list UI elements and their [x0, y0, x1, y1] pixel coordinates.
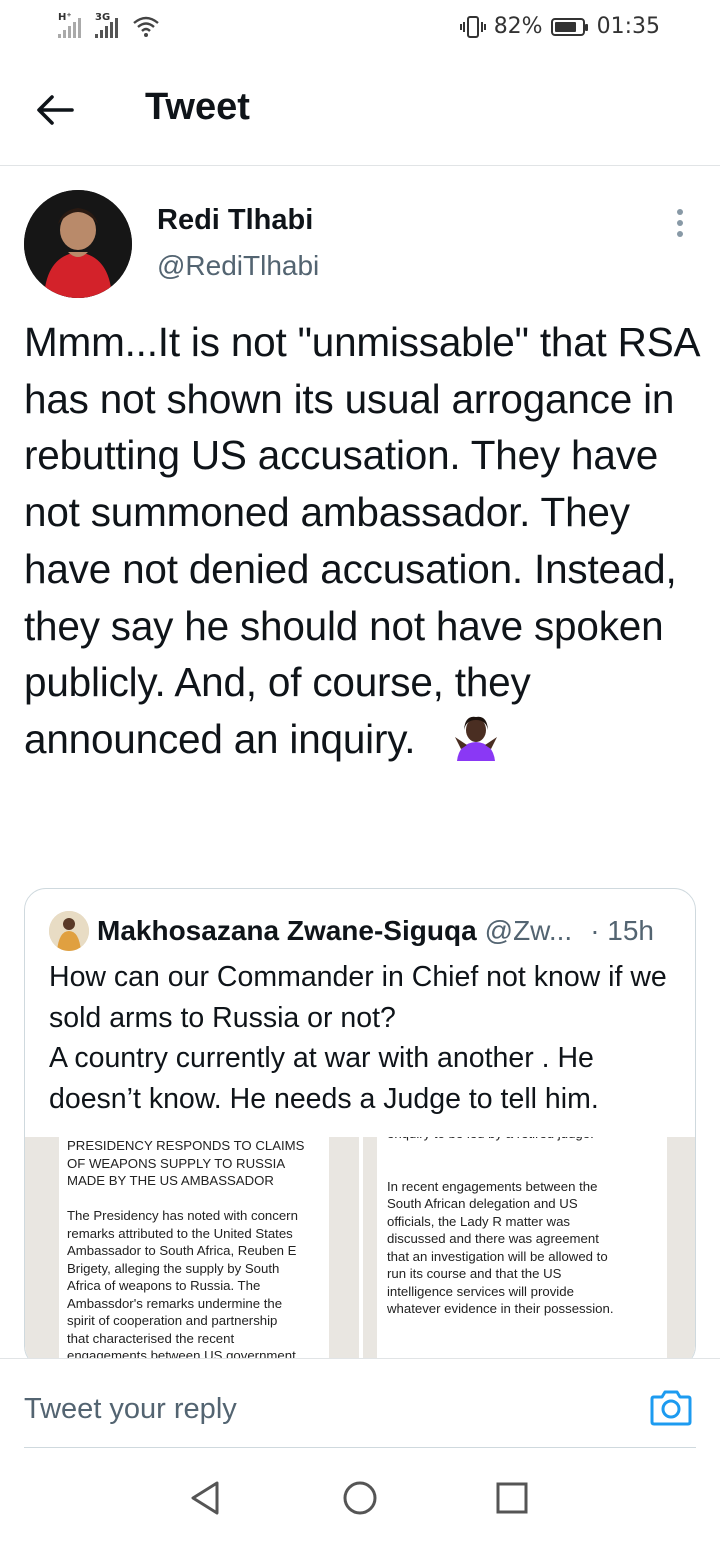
network-type-label: H⁺: [58, 12, 72, 23]
nav-home-button[interactable]: [340, 1478, 380, 1518]
reply-input[interactable]: Tweet your reply: [24, 1393, 237, 1426]
more-vertical-icon: [677, 209, 683, 215]
author-handle[interactable]: @RediTlhabi: [157, 250, 319, 282]
signal-bar: [105, 26, 108, 38]
signal-bar: [100, 30, 103, 38]
nav-back-button[interactable]: [186, 1478, 226, 1518]
system-nav-bar: [0, 1448, 720, 1541]
media-image-left[interactable]: PRESIDENCY RESPONDS TO CLAIMS OF WEAPONS…: [25, 1137, 359, 1359]
battery-level: [554, 21, 576, 32]
triangle-back-icon: [191, 1481, 219, 1515]
statement-document-text: enquiry to be led by a retired judge. In…: [377, 1137, 667, 1359]
quoted-author-avatar: [49, 911, 89, 951]
quoted-author-name: Makhosazana Zwane-Siguqa: [97, 915, 477, 946]
author-avatar[interactable]: [24, 190, 132, 298]
signal-strength-icon: 3G: [95, 12, 118, 38]
quoted-tweet-media: PRESIDENCY RESPONDS TO CLAIMS OF WEAPONS…: [25, 1137, 695, 1359]
camera-icon: [650, 1390, 692, 1426]
quoted-author-handle: @Zw...: [484, 915, 573, 946]
quoted-tweet-text: How can our Commander in Chief not know …: [49, 961, 667, 1115]
statement-document-text: PRESIDENCY RESPONDS TO CLAIMS OF WEAPONS…: [59, 1137, 329, 1359]
signal-bar: [68, 26, 71, 38]
media-image-right[interactable]: enquiry to be led by a retired judge. In…: [363, 1137, 695, 1359]
reply-bar: Tweet your reply: [0, 1358, 720, 1449]
signal-bar: [78, 18, 81, 38]
arrow-left-icon: [37, 95, 74, 125]
quoted-tweet-card[interactable]: Makhosazana Zwane-Siguqa @Zw... · 15h Ho…: [24, 888, 696, 1368]
more-vertical-icon: [677, 220, 683, 226]
quoted-tweet-time: · 15h: [590, 915, 655, 946]
signal-bar: [110, 22, 113, 38]
quoted-tweet-header: Makhosazana Zwane-Siguqa @Zw... · 15h: [49, 911, 689, 951]
signal-bar: [115, 18, 118, 38]
network-type-label: 3G: [95, 12, 111, 23]
wifi-icon: [133, 16, 159, 37]
tweet-text: Mmm...It is not "unmissable" that RSA ha…: [24, 314, 704, 768]
battery-percent: 82%: [493, 14, 543, 39]
app-header: Tweet: [0, 56, 720, 166]
signal-bar: [95, 34, 98, 38]
square-recent-icon: [496, 1482, 528, 1514]
signal-bar: [58, 34, 61, 38]
shrug-emoji-icon: [455, 716, 498, 761]
more-options-button[interactable]: [668, 206, 692, 240]
avatar-image: [24, 190, 132, 298]
signal-bar: [63, 30, 66, 38]
back-button[interactable]: [30, 88, 80, 132]
clock: 01:35: [596, 14, 660, 39]
status-bar: H⁺ 3G 82% 01:35: [0, 0, 720, 56]
vibrate-icon: [459, 15, 486, 38]
signal-indicators: H⁺ 3G: [58, 12, 162, 38]
author-name[interactable]: Redi Tlhabi: [157, 204, 313, 237]
tweet-body: Mmm...It is not "unmissable" that RSA ha…: [24, 319, 699, 762]
circle-home-icon: [343, 1481, 377, 1515]
page-title: Tweet: [145, 86, 250, 128]
signal-strength-icon: H⁺: [58, 12, 81, 38]
avatar-image: [49, 911, 89, 951]
more-vertical-icon: [677, 231, 683, 237]
camera-button[interactable]: [650, 1387, 692, 1427]
battery-icon: [550, 17, 588, 36]
nav-recent-button[interactable]: [492, 1478, 532, 1518]
status-right: 82% 01:35: [459, 14, 660, 39]
signal-bar: [73, 22, 76, 38]
